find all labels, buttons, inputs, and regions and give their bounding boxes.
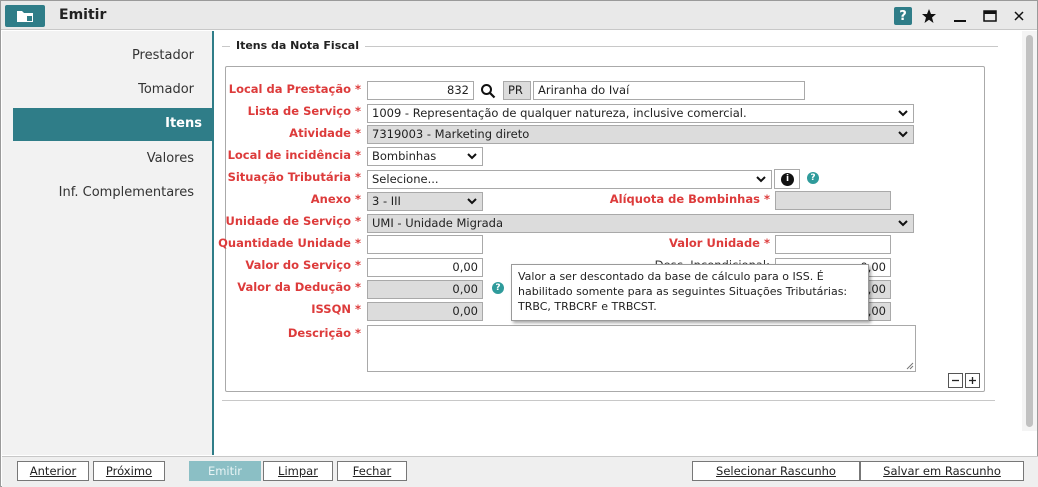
- issqn-input[interactable]: 0,00: [367, 302, 483, 321]
- sidebar-item-inf-complementares[interactable]: Inf. Complementares: [59, 185, 194, 200]
- local-prestacao-code-input[interactable]: 832: [367, 81, 474, 100]
- valor-unidade-label: Valor Unidade *: [668, 236, 770, 250]
- anexo-value: 3 - III: [372, 194, 401, 208]
- salvar-rascunho-button[interactable]: Salvar em Rascunho: [860, 461, 1024, 481]
- sidebar-item-itens[interactable]: Itens: [13, 108, 214, 141]
- maximize-icon[interactable]: [980, 6, 1000, 26]
- chevron-down-icon: [756, 176, 766, 183]
- deducao-tooltip: Valor a ser descontado da base de cálcul…: [511, 264, 869, 321]
- atividade-label: Atividade *: [289, 126, 361, 140]
- unidade-servico-value: UMI - Unidade Migrada: [372, 216, 504, 230]
- info-icon: i: [781, 173, 794, 186]
- help-circle-icon[interactable]: ?: [807, 172, 819, 184]
- fechar-button[interactable]: Fechar: [337, 461, 407, 481]
- situacao-tributaria-label: Situação Tributária *: [227, 170, 361, 184]
- sidebar: Prestador Tomador Itens Valores Inf. Com…: [2, 31, 214, 455]
- chevron-down-icon: [898, 220, 908, 227]
- local-prestacao-label: Local da Prestação *: [228, 82, 361, 96]
- anexo-label: Anexo *: [310, 192, 361, 206]
- folder-icon: [5, 5, 45, 27]
- limpar-button[interactable]: Limpar: [263, 461, 333, 481]
- local-incidencia-select[interactable]: Bombinhas: [367, 147, 483, 166]
- resize-handle-icon[interactable]: [906, 362, 914, 370]
- atividade-select[interactable]: 7319003 - Marketing direto: [367, 125, 914, 144]
- local-prestacao-city[interactable]: Ariranha do Ivaí: [533, 81, 805, 100]
- info-button[interactable]: i: [774, 169, 800, 189]
- window-title: Emitir: [59, 7, 107, 23]
- add-item-button[interactable]: [965, 373, 980, 388]
- valor-servico-input[interactable]: 0,00: [367, 258, 483, 277]
- unidade-servico-select[interactable]: UMI - Unidade Migrada: [367, 214, 914, 233]
- chevron-down-icon: [467, 198, 477, 205]
- valor-servico-label: Valor do Serviço *: [245, 258, 361, 272]
- search-icon[interactable]: [476, 81, 501, 100]
- valor-deducao-input[interactable]: 0,00: [367, 280, 483, 299]
- local-incidencia-value: Bombinhas: [372, 149, 437, 163]
- sidebar-item-label: Itens: [165, 116, 202, 131]
- sidebar-item-tomador[interactable]: Tomador: [138, 82, 194, 97]
- main-panel: Itens da Nota Fiscal Local da Prestação …: [216, 31, 1037, 455]
- help-circle-icon[interactable]: ?: [492, 282, 504, 294]
- anterior-button[interactable]: Anterior: [17, 461, 89, 481]
- descricao-label: Descrição *: [287, 326, 361, 340]
- lista-servico-label: Lista de Serviço *: [247, 104, 361, 118]
- help-button[interactable]: ?: [894, 7, 912, 25]
- footer-toolbar: Anterior Próximo Emitir Limpar Fechar Se…: [2, 456, 1038, 487]
- chevron-down-icon: [467, 153, 477, 160]
- scroll-thumb[interactable]: [1026, 35, 1033, 427]
- valor-unidade-input[interactable]: [775, 235, 891, 254]
- close-icon[interactable]: [1009, 6, 1029, 26]
- sidebar-item-valores[interactable]: Valores: [147, 151, 194, 166]
- lista-servico-value: 1009 - Representação de qualquer naturez…: [372, 106, 747, 120]
- descricao-textarea[interactable]: [367, 325, 916, 372]
- local-incidencia-label: Local de incidência *: [227, 148, 361, 162]
- lista-servico-select[interactable]: 1009 - Representação de qualquer naturez…: [367, 104, 914, 123]
- local-prestacao-uf: PR: [503, 81, 531, 100]
- emitir-button[interactable]: Emitir: [189, 461, 261, 481]
- anexo-select[interactable]: 3 - III: [367, 192, 483, 211]
- section-title: Itens da Nota Fiscal: [230, 39, 365, 52]
- title-bar: Emitir ?: [1, 1, 1037, 30]
- vertical-scrollbar[interactable]: [1022, 31, 1037, 431]
- quantidade-unidade-label: Quantidade Unidade *: [218, 236, 361, 250]
- emitir-window: Emitir ? Prestador Tomador Itens Valores…: [0, 0, 1038, 487]
- issqn-label: ISSQN *: [311, 302, 361, 316]
- quantidade-unidade-input[interactable]: [367, 235, 483, 254]
- plus-icon: [969, 377, 976, 384]
- remove-item-button[interactable]: [948, 373, 963, 388]
- atividade-value: 7319003 - Marketing direto: [372, 127, 530, 141]
- divider: [222, 400, 995, 401]
- aliquota-label: Alíquota de Bombinhas *: [609, 192, 770, 206]
- chevron-down-icon: [898, 110, 908, 117]
- aliquota-input[interactable]: [775, 191, 891, 210]
- selecionar-rascunho-button[interactable]: Selecionar Rascunho: [692, 461, 860, 481]
- chevron-down-icon: [898, 131, 908, 138]
- sidebar-item-prestador[interactable]: Prestador: [132, 48, 194, 63]
- minus-icon: [952, 379, 959, 382]
- situacao-tributaria-value: Selecione...: [372, 172, 439, 186]
- situacao-tributaria-select[interactable]: Selecione...: [367, 170, 772, 189]
- proximo-button[interactable]: Próximo: [93, 461, 165, 481]
- favorite-star-icon[interactable]: [919, 6, 939, 26]
- unidade-servico-label: Unidade de Serviço *: [225, 214, 361, 228]
- valor-deducao-label: Valor da Dedução *: [237, 280, 361, 294]
- minimize-icon[interactable]: [950, 6, 970, 26]
